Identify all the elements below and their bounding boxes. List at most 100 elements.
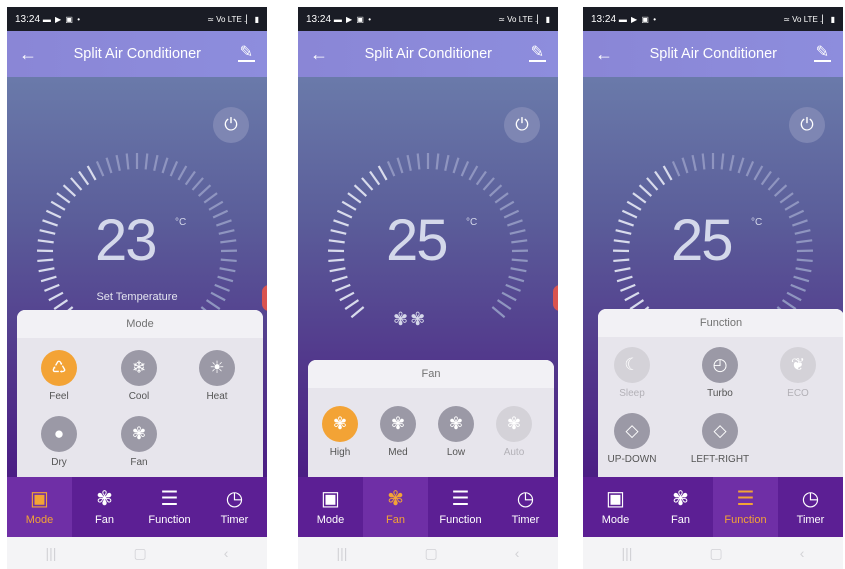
dial-tick [37, 239, 54, 244]
dial-tick [40, 275, 57, 283]
tab-fan[interactable]: ✾ Fan [648, 477, 713, 537]
dial-tick [784, 200, 800, 211]
system-back-icon[interactable]: ‹ [800, 545, 805, 561]
dial-tick [773, 184, 788, 197]
feel-icon: ♺ [41, 350, 77, 386]
function-option-up-down[interactable]: ◇ UP-DOWN [602, 413, 662, 465]
dial-tick [50, 200, 66, 211]
option-label: Auto [503, 447, 525, 458]
function-option-turbo[interactable]: ◴ Turbo [690, 347, 750, 399]
function-option-eco[interactable]: ❦ ECO [768, 347, 828, 399]
dial-tick [767, 177, 780, 191]
edit-pencil-icon[interactable]: ✎ [237, 45, 255, 62]
tab-mode[interactable]: ▣ Mode [7, 477, 72, 537]
recent-apps-icon[interactable]: ||| [622, 545, 633, 561]
tab-fan[interactable]: ✾ Fan [72, 477, 137, 537]
system-back-icon[interactable]: ‹ [224, 545, 229, 561]
mode-option-feel[interactable]: ♺ Feel [29, 350, 89, 402]
side-handle[interactable] [262, 285, 267, 311]
mode-option-cool[interactable]: ❄ Cool [109, 350, 169, 402]
dial-tick [796, 239, 813, 244]
function-option-left-right[interactable]: ◇ LEFT-RIGHT [690, 413, 750, 465]
dial-tick [496, 299, 512, 310]
edit-pencil-icon[interactable]: ✎ [528, 45, 546, 62]
back-arrow-icon[interactable]: ← [595, 45, 613, 63]
dial-tick [654, 170, 666, 186]
home-icon[interactable]: ▢ [133, 545, 146, 562]
menu-icon: ☰ [160, 488, 179, 510]
status-bar: 13:24 ▬ ▶ ▣ • ≃ Vo LTE .▏ ▮ [298, 7, 558, 31]
fan-option-med[interactable]: ✾ Med [368, 406, 428, 458]
side-handle[interactable] [553, 285, 558, 311]
edit-pencil-icon[interactable]: ✎ [813, 45, 831, 62]
tab-function[interactable]: ☰ Function [428, 477, 493, 537]
tab-label: Function [439, 514, 482, 526]
function-option-sleep[interactable]: ☾ Sleep [602, 347, 662, 399]
mode-option-fan[interactable]: ✾ Fan [109, 416, 169, 468]
dial-tick [42, 219, 58, 227]
clock-icon: ◷ [516, 488, 535, 510]
status-signal-icons: ≃ Vo LTE .▏ ▮ [498, 14, 550, 24]
temperature-value: 25 [386, 208, 448, 273]
dial-tick [452, 157, 460, 174]
status-signal-icons: ≃ Vo LTE .▏ ▮ [783, 14, 835, 24]
tab-mode[interactable]: ▣ Mode [298, 477, 363, 537]
fan-option-low[interactable]: ✾ Low [426, 406, 486, 458]
dial-tick [503, 209, 520, 219]
dial-tick [406, 154, 412, 172]
status-bar: 13:24 ▬ ▶ ▣ • ≃ Vo LTE .▏ ▮ [7, 7, 267, 31]
power-button[interactable]: ⏻ [789, 107, 825, 143]
power-button[interactable]: ⏻ [213, 107, 249, 143]
dial-tick [197, 184, 212, 197]
dial-tick [511, 258, 528, 263]
mode-option-dry[interactable]: ● Dry [29, 416, 89, 468]
temperature-unit: °C [175, 217, 187, 228]
dial-tick [125, 153, 130, 170]
power-button[interactable]: ⏻ [504, 107, 540, 143]
fan-icon: ✾ [438, 406, 474, 442]
dial-tick [435, 153, 440, 170]
tab-label: Fan [95, 514, 114, 526]
tab-mode[interactable]: ▣ Mode [583, 477, 648, 537]
fan-option-auto[interactable]: ✾ Auto [484, 406, 544, 458]
status-notification-icons: ▬ ▶ ▣ • [618, 14, 657, 24]
menu-icon: ☰ [736, 488, 755, 510]
mode-option-heat[interactable]: ☀ Heat [187, 350, 247, 402]
tab-label: Function [724, 514, 767, 526]
option-label: Med [388, 447, 408, 458]
dial-tick [638, 184, 653, 197]
dial-tick [626, 200, 642, 211]
dial-tick [330, 229, 347, 235]
dial-tick [210, 291, 226, 302]
tab-function[interactable]: ☰ Function [713, 477, 778, 537]
fan-option-high[interactable]: ✾ High [310, 406, 370, 458]
recent-apps-icon[interactable]: ||| [337, 545, 348, 561]
tab-timer[interactable]: ◷ Timer [778, 477, 843, 537]
tab-function[interactable]: ☰ Function [137, 477, 202, 537]
tab-fan[interactable]: ✾ Fan [363, 477, 428, 537]
tab-timer[interactable]: ◷ Timer [493, 477, 558, 537]
temperature-value: 23 [95, 208, 157, 273]
clock-icon: ◷ [225, 488, 244, 510]
dial-tick [37, 258, 54, 263]
system-back-icon[interactable]: ‹ [515, 545, 520, 561]
panel-title: Fan [308, 360, 554, 388]
status-time: 13:24 [15, 13, 41, 25]
recent-apps-icon[interactable]: ||| [46, 545, 57, 561]
home-icon[interactable]: ▢ [424, 545, 437, 562]
dial-tick [353, 184, 368, 197]
dial-tick [629, 299, 645, 310]
dial-tick [794, 229, 811, 235]
back-arrow-icon[interactable]: ← [19, 45, 37, 63]
back-arrow-icon[interactable]: ← [310, 45, 328, 63]
home-icon[interactable]: ▢ [709, 545, 722, 562]
dial-tick [361, 177, 374, 191]
dial-tick [793, 275, 810, 283]
dial-tick [396, 157, 404, 174]
tab-timer[interactable]: ◷ Timer [202, 477, 267, 537]
dial-tick [615, 229, 632, 235]
app-header: ← Split Air Conditioner ✎ [583, 31, 843, 77]
dial-tick [753, 165, 764, 181]
status-bar: 13:24 ▬ ▶ ▣ • ≃ Vo LTE .▏ ▮ [583, 7, 843, 31]
page-title: Split Air Conditioner [649, 46, 777, 62]
